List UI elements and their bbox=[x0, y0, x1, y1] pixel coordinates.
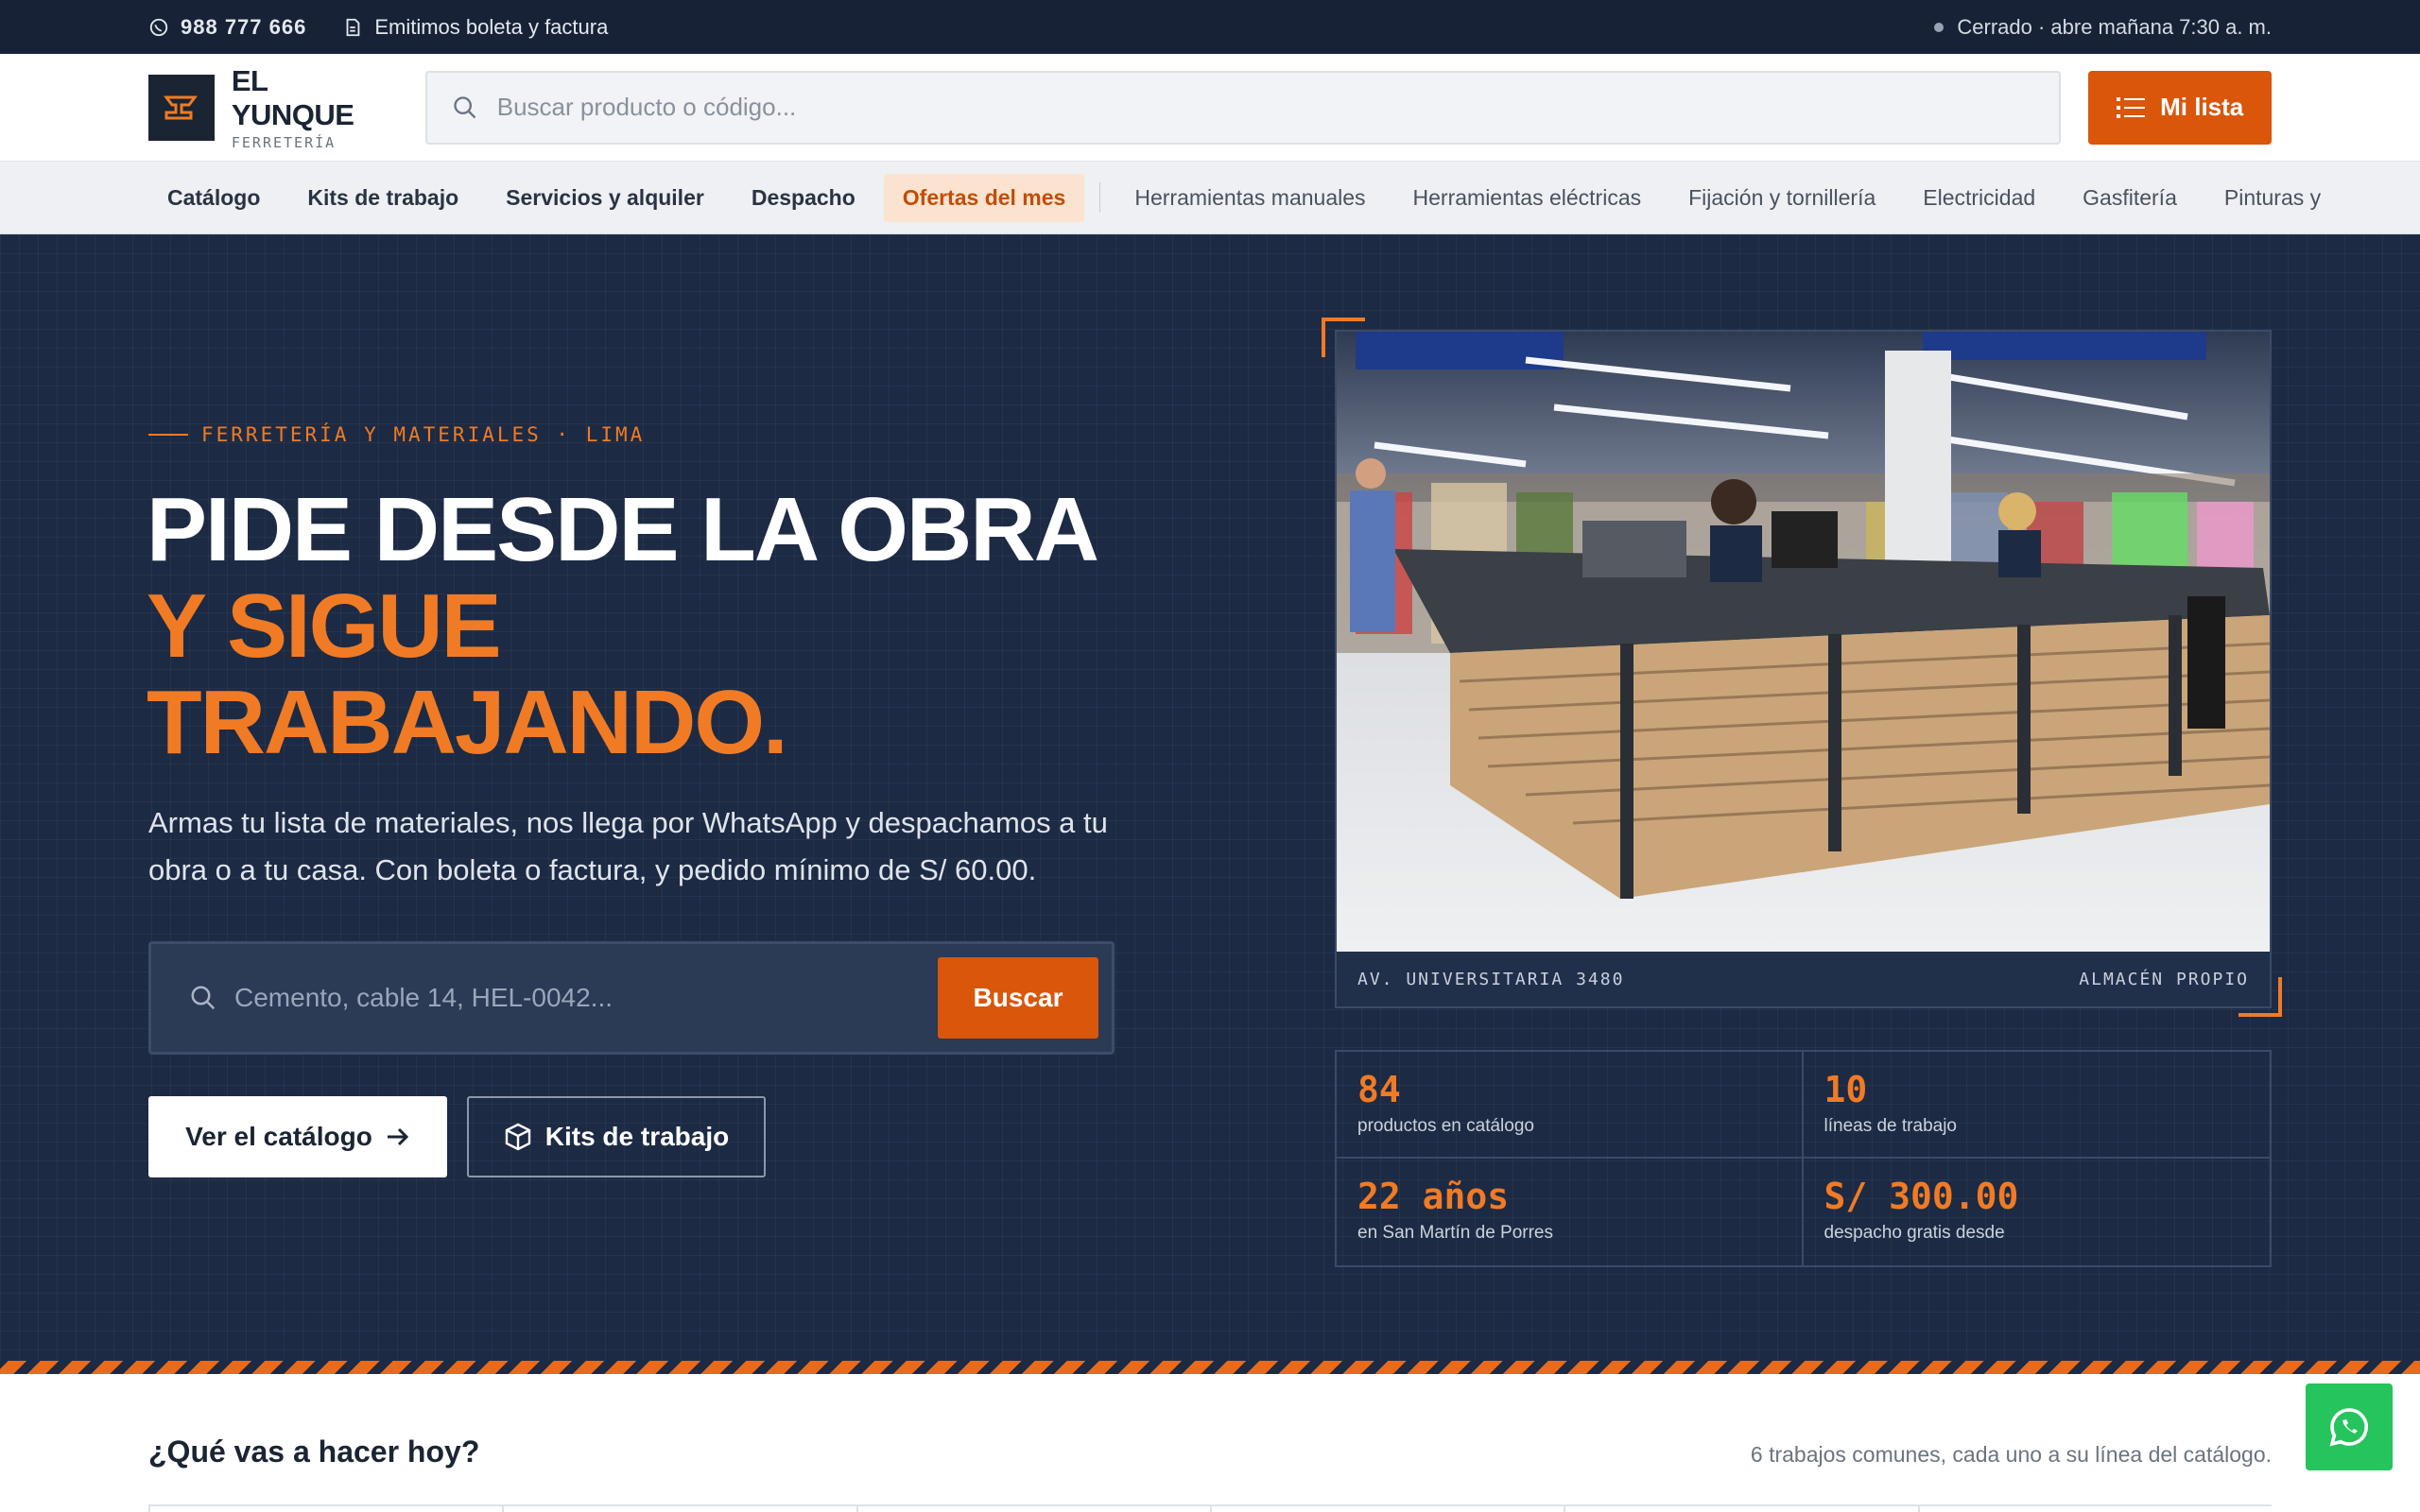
stat-lines: 10 líneas de trabajo bbox=[1803, 1052, 2270, 1159]
stat-label: productos en catálogo bbox=[1357, 1116, 1534, 1136]
job-card[interactable] bbox=[856, 1506, 1210, 1512]
stat-label: en San Martín de Porres bbox=[1357, 1223, 1553, 1243]
document-icon bbox=[346, 18, 360, 36]
stat-value: 10 bbox=[1824, 1069, 1868, 1110]
section-title: ¿Qué vas a hacer hoy? bbox=[148, 1435, 480, 1469]
stat-value: 84 bbox=[1357, 1069, 1401, 1110]
search-icon bbox=[191, 986, 216, 1010]
whatsapp-icon bbox=[2329, 1408, 2368, 1447]
site-header: EL YUNQUE FERRETERÍA Mi lista bbox=[0, 54, 2420, 162]
my-list-label: Mi lista bbox=[2160, 93, 2244, 121]
store-status-text: Cerrado · abre mañana 7:30 a. m. bbox=[1957, 14, 2272, 39]
nav-offers[interactable]: Ofertas del mes bbox=[883, 173, 1085, 222]
stat-label: despacho gratis desde bbox=[1824, 1223, 2005, 1243]
job-card[interactable] bbox=[1917, 1506, 2272, 1512]
photo-caption-warehouse: ALMACÉN PROPIO bbox=[2079, 969, 2249, 989]
hero-title: PIDE DESDE LA OBRA Y SIGUE TRABAJANDO. bbox=[147, 479, 1099, 773]
hero-title-line1: PIDE DESDE LA OBRA bbox=[147, 479, 1099, 580]
box-icon bbox=[505, 1123, 530, 1151]
nav-catalog[interactable]: Catálogo bbox=[148, 174, 279, 222]
work-kits-button[interactable]: Kits de trabajo bbox=[467, 1096, 766, 1177]
brand-tagline: FERRETERÍA bbox=[231, 133, 337, 151]
hero-search-button[interactable]: Buscar bbox=[938, 957, 1098, 1039]
logo[interactable] bbox=[148, 74, 215, 141]
status-dot bbox=[1934, 22, 1945, 32]
store-photo bbox=[1337, 332, 2270, 952]
kicker-text: FERRETERÍA Y MATERIALES · LIMA bbox=[201, 423, 646, 446]
job-cards-row bbox=[148, 1504, 2272, 1512]
hazard-stripe-divider bbox=[0, 1361, 2420, 1374]
job-card[interactable] bbox=[148, 1506, 502, 1512]
nav-services[interactable]: Servicios y alquiler bbox=[487, 174, 723, 222]
search-icon bbox=[454, 95, 476, 118]
nav-divider bbox=[1099, 182, 1101, 213]
stat-years: 22 años en San Martín de Porres bbox=[1337, 1159, 1804, 1265]
hero-search[interactable]: Buscar bbox=[148, 941, 1115, 1055]
arrow-right-icon bbox=[387, 1127, 408, 1146]
hero-section: FERRETERÍA Y MATERIALES · LIMA PIDE DESD… bbox=[0, 234, 2420, 1361]
job-card[interactable] bbox=[1564, 1506, 1917, 1512]
stat-label: líneas de trabajo bbox=[1824, 1116, 1958, 1136]
section-subtitle: 6 trabajos comunes, cada uno a su línea … bbox=[1750, 1442, 2272, 1467]
nav-category-paints[interactable]: Pinturas y bbox=[2205, 174, 2340, 222]
nav-category-fasteners[interactable]: Fijación y tornillería bbox=[1669, 174, 1894, 222]
whatsapp-float-button[interactable] bbox=[2306, 1383, 2393, 1470]
stat-products: 84 productos en catálogo bbox=[1337, 1052, 1804, 1159]
nav-category-hand-tools[interactable]: Herramientas manuales bbox=[1115, 174, 1384, 222]
nav-category-power-tools[interactable]: Herramientas eléctricas bbox=[1394, 174, 1661, 222]
store-status: Cerrado · abre mañana 7:30 a. m. bbox=[1934, 15, 2272, 40]
header-search[interactable] bbox=[424, 70, 2062, 145]
frame-corner-bottom-right bbox=[2238, 977, 2282, 1017]
hero-kicker: FERRETERÍA Y MATERIALES · LIMA bbox=[148, 423, 645, 446]
job-card[interactable] bbox=[1209, 1506, 1564, 1512]
kicker-line bbox=[148, 434, 188, 436]
stat-value: 22 años bbox=[1357, 1176, 1510, 1217]
hero-search-input[interactable] bbox=[234, 983, 915, 1013]
header-search-input[interactable] bbox=[496, 93, 2010, 122]
anvil-icon bbox=[163, 95, 198, 119]
photo-caption-address: AV. UNIVERSITARIA 3480 bbox=[1357, 969, 1625, 989]
invoice-text: Emitimos boleta y factura bbox=[374, 14, 609, 39]
top-info-bar: 988 777 666 Emitimos boleta y factura Ce… bbox=[0, 0, 2420, 54]
nav-shipping[interactable]: Despacho bbox=[733, 174, 874, 222]
view-catalog-label: Ver el catálogo bbox=[185, 1122, 372, 1151]
hero-lead: Armas tu lista de materiales, nos llega … bbox=[148, 806, 1108, 886]
hero-title-line3: TRABAJANDO. bbox=[147, 672, 788, 773]
stat-value: S/ 300.00 bbox=[1824, 1176, 2019, 1217]
nav-kits[interactable]: Kits de trabajo bbox=[288, 174, 477, 222]
work-kits-label: Kits de trabajo bbox=[544, 1122, 730, 1151]
phone-number: 988 777 666 bbox=[181, 14, 307, 39]
my-list-button[interactable]: Mi lista bbox=[2088, 70, 2272, 145]
store-interior-image bbox=[1337, 332, 2270, 952]
photo-caption: AV. UNIVERSITARIA 3480 ALMACÉN PROPIO bbox=[1337, 952, 2270, 1006]
phone-info[interactable]: 988 777 666 bbox=[148, 15, 306, 40]
main-nav: Catálogo Kits de trabajo Servicios y alq… bbox=[0, 162, 2420, 234]
invoice-info: Emitimos boleta y factura bbox=[342, 15, 608, 40]
nav-category-plumbing[interactable]: Gasfitería bbox=[2064, 174, 2196, 222]
logo-text[interactable]: EL YUNQUE FERRETERÍA bbox=[232, 64, 397, 151]
stats-grid: 84 productos en catálogo 10 líneas de tr… bbox=[1335, 1050, 2272, 1267]
view-catalog-button[interactable]: Ver el catálogo bbox=[148, 1096, 447, 1177]
list-icon bbox=[2117, 96, 2146, 118]
whatsapp-icon bbox=[149, 18, 168, 36]
hero-title-line2: Y SIGUE bbox=[147, 576, 502, 677]
stat-free-shipping: S/ 300.00 despacho gratis desde bbox=[1804, 1159, 2271, 1265]
nav-category-electrical[interactable]: Electricidad bbox=[1904, 174, 2054, 222]
job-card[interactable] bbox=[502, 1506, 856, 1512]
brand-name: EL YUNQUE bbox=[231, 63, 354, 131]
store-photo-frame: AV. UNIVERSITARIA 3480 ALMACÉN PROPIO bbox=[1335, 330, 2272, 1008]
